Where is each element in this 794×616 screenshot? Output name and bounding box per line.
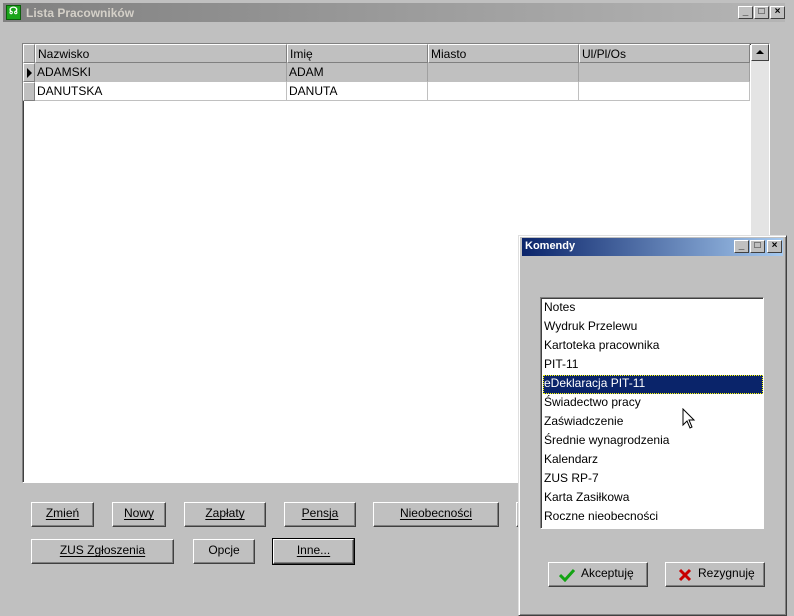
- minimize-button[interactable]: _: [738, 6, 753, 19]
- salary-button[interactable]: Pensja: [284, 502, 356, 527]
- window-title: Lista Pracowników: [26, 6, 135, 20]
- cancel-button-label: Rezygnuję: [698, 566, 755, 580]
- cell-nazwisko[interactable]: ADAMSKI: [35, 63, 287, 82]
- commands-list[interactable]: Notes Wydruk Przelewu Kartoteka pracowni…: [540, 297, 764, 529]
- list-item[interactable]: PIT-11: [543, 356, 763, 375]
- commands-title-bar[interactable]: Komendy _ □ ×: [522, 238, 783, 256]
- current-row-arrow-icon: [27, 68, 32, 78]
- column-header-nazwisko[interactable]: Nazwisko: [35, 44, 287, 63]
- accept-button-label: Akceptuję: [581, 566, 634, 580]
- close-button[interactable]: ×: [770, 6, 785, 19]
- cell-miasto[interactable]: [428, 63, 579, 82]
- column-header-ulica[interactable]: Ul/Pl/Os: [579, 44, 750, 63]
- commands-minimize-button[interactable]: _: [734, 240, 749, 253]
- list-item[interactable]: Średnie wynagrodzenia: [543, 432, 763, 451]
- payments-button[interactable]: Zapłaty: [184, 502, 266, 527]
- list-item[interactable]: Karta Zasiłkowa: [543, 489, 763, 508]
- list-item[interactable]: Świadectwo pracy: [543, 394, 763, 413]
- options-button[interactable]: Opcje: [193, 539, 255, 564]
- cell-imie[interactable]: ADAM: [287, 63, 428, 82]
- commands-dialog-title: Komendy: [525, 240, 576, 252]
- table-row[interactable]: ADAMSKI ADAM: [23, 63, 750, 82]
- commands-maximize-button[interactable]: □: [750, 240, 765, 253]
- list-item[interactable]: Zaświadczenie: [543, 413, 763, 432]
- other-button[interactable]: Inne...: [272, 538, 355, 565]
- list-item[interactable]: Kalendarz: [543, 451, 763, 470]
- maximize-button[interactable]: □: [754, 6, 769, 19]
- commands-close-button[interactable]: ×: [767, 240, 782, 253]
- payments-button-label: Zapłaty: [205, 506, 245, 520]
- list-item[interactable]: Wydruk Przelewu: [543, 318, 763, 337]
- table-row[interactable]: DANUTSKA DANUTA: [23, 82, 750, 101]
- row-indicator: [23, 82, 35, 101]
- new-button-label: Nowy: [123, 506, 154, 520]
- cancel-x-icon: [678, 568, 692, 582]
- row-indicator: [23, 63, 35, 82]
- commands-dialog: Komendy _ □ × Notes Wydruk Przelewu Kart…: [518, 235, 787, 616]
- grid-header: Nazwisko Imię Miasto Ul/Pl/Os: [23, 44, 750, 63]
- edit-button[interactable]: Zmień: [31, 502, 94, 527]
- checkmark-icon: [559, 568, 575, 582]
- zus-button-label: ZUS Zgłoszenia: [59, 543, 146, 557]
- app-icon: ☊: [6, 5, 21, 20]
- list-item[interactable]: Notes: [543, 299, 763, 318]
- list-item[interactable]: Kartoteka pracownika: [543, 337, 763, 356]
- column-header-miasto[interactable]: Miasto: [428, 44, 579, 63]
- cell-miasto[interactable]: [428, 82, 579, 101]
- cell-nazwisko[interactable]: DANUTSKA: [35, 82, 287, 101]
- accept-button[interactable]: Akceptuję: [548, 562, 648, 587]
- absences-button[interactable]: Nieobecności: [373, 502, 499, 527]
- options-button-label: Opcje: [208, 543, 240, 557]
- edit-button-label: Zmień: [45, 506, 80, 520]
- main-title-bar[interactable]: ☊ Lista Pracowników _ □ ×: [3, 3, 785, 22]
- list-item[interactable]: ZUS RP-7: [543, 470, 763, 489]
- other-button-label: Inne...: [296, 543, 331, 557]
- salary-button-label: Pensja: [301, 506, 339, 520]
- list-item[interactable]: Roczne nieobecności: [543, 508, 763, 527]
- cell-ulica[interactable]: [579, 82, 750, 101]
- cell-ulica[interactable]: [579, 63, 750, 82]
- column-header-imie[interactable]: Imię: [287, 44, 428, 63]
- cell-imie[interactable]: DANUTA: [287, 82, 428, 101]
- zus-registrations-button[interactable]: ZUS Zgłoszenia: [31, 539, 174, 564]
- mouse-pointer-icon: [682, 408, 696, 429]
- header-corner: [23, 44, 35, 63]
- scroll-up-button[interactable]: [751, 44, 769, 61]
- cancel-button[interactable]: Rezygnuję: [665, 562, 765, 587]
- new-button[interactable]: Nowy: [112, 502, 166, 527]
- list-item-selected[interactable]: eDeklaracja PIT-11: [543, 375, 763, 394]
- absences-button-label: Nieobecności: [399, 506, 473, 520]
- scroll-up-arrow-icon: [756, 50, 764, 54]
